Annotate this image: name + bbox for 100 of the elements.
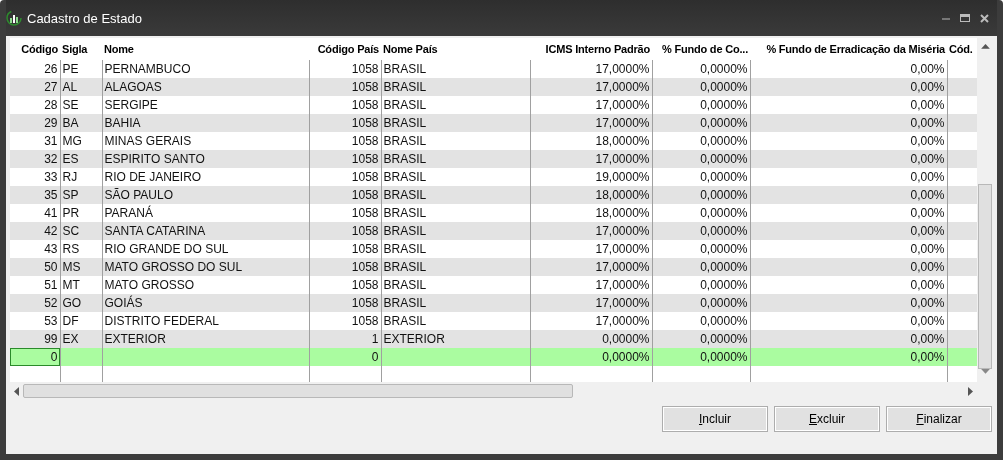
table-cell: 0,00% <box>910 332 945 346</box>
table-cell: 18,0000% <box>595 206 650 220</box>
table-cell: BRASIL <box>383 188 427 202</box>
table-cell: DF <box>62 314 79 328</box>
table-cell: 41 <box>44 206 58 220</box>
table-cell: 1058 <box>351 188 379 202</box>
table-cell: 0,0000% <box>700 224 748 238</box>
table-cell: 0,00% <box>910 224 945 238</box>
table-cell: AL <box>62 80 78 94</box>
window-title: Cadastro de Estado <box>27 10 143 26</box>
table-cell: 17,0000% <box>595 278 650 292</box>
table-cell: SÃO PAULO <box>104 188 173 202</box>
table-cell: SC <box>62 224 80 238</box>
table-cell: 0,0000% <box>700 116 748 130</box>
table-cell: 51 <box>44 278 58 292</box>
table-cell: 1058 <box>351 296 379 310</box>
table-cell: 0,0000% <box>602 332 650 346</box>
scroll-up-icon[interactable] <box>980 44 990 49</box>
table-cell: 43 <box>44 242 58 256</box>
table-cell: BRASIL <box>383 296 427 310</box>
close-icon[interactable] <box>980 13 989 23</box>
table-cell: 0,0000% <box>700 152 748 166</box>
table-cell: PERNAMBUCO <box>104 62 191 76</box>
table-cell: 17,0000% <box>595 62 650 76</box>
table-cell: ALAGOAS <box>104 80 162 94</box>
table-cell: 0,0000% <box>700 206 748 220</box>
table-cell: 50 <box>44 260 58 274</box>
table-cell: BRASIL <box>383 242 427 256</box>
table-cell: 1058 <box>351 134 379 148</box>
table-cell: 0,0000% <box>700 242 748 256</box>
table-cell: MATO GROSSO DO SUL <box>104 260 243 274</box>
action-button[interactable]: Incluir <box>662 406 768 432</box>
vertical-scrollbar[interactable] <box>977 38 993 400</box>
table-cell: 0 <box>50 350 58 364</box>
table-cell: 1058 <box>351 260 379 274</box>
table-cell: EXTERIOR <box>104 332 166 346</box>
table-cell: GOIÁS <box>104 296 143 310</box>
table-cell: 26 <box>44 62 58 76</box>
minimize-icon[interactable] <box>942 16 950 20</box>
table-cell: 1058 <box>351 116 379 130</box>
table-cell: 53 <box>44 314 58 328</box>
table-cell: 17,0000% <box>595 296 650 310</box>
scroll-right-icon[interactable] <box>968 386 973 396</box>
table-cell: EX <box>62 332 79 346</box>
action-button[interactable]: Finalizar <box>886 406 992 432</box>
table-cell: 1058 <box>351 80 379 94</box>
table-cell: BRASIL <box>383 224 427 238</box>
table-cell: RIO DE JANEIRO <box>104 170 202 184</box>
table-cell: 99 <box>44 332 58 346</box>
table-cell: 0,0000% <box>700 170 748 184</box>
table-cell: BRASIL <box>383 278 427 292</box>
table-cell: 0,00% <box>910 296 945 310</box>
table-cell: 0,00% <box>910 188 945 202</box>
table-cell: PR <box>62 206 80 220</box>
table-cell: 1058 <box>351 62 379 76</box>
table-cell: SE <box>62 98 79 112</box>
table-cell: MT <box>62 278 80 292</box>
table-cell: 0,00% <box>910 116 945 130</box>
table-cell: RJ <box>62 170 78 184</box>
table-cell: SP <box>62 188 79 202</box>
table-cell: 1058 <box>351 314 379 328</box>
table-cell: 42 <box>44 224 58 238</box>
table-cell: 0,00% <box>910 98 945 112</box>
table-cell: BRASIL <box>383 98 427 112</box>
table-cell: SERGIPE <box>104 98 158 112</box>
table-cell: BRASIL <box>383 80 427 94</box>
table-cell: 0,0000% <box>700 260 748 274</box>
table-cell: 0,0000% <box>700 98 748 112</box>
table-cell: 1058 <box>351 170 379 184</box>
table-cell: 0,0000% <box>700 134 748 148</box>
table-cell: 0,0000% <box>700 62 748 76</box>
table-cell: 17,0000% <box>595 224 650 238</box>
table-cell: 17,0000% <box>595 152 650 166</box>
table-cell: SANTA CATARINA <box>104 224 206 238</box>
table-cell: 0,00% <box>910 350 945 364</box>
table-cell: 1058 <box>351 242 379 256</box>
table-cell: 1058 <box>351 152 379 166</box>
table-cell: PE <box>62 62 79 76</box>
table-cell: 0,0000% <box>700 296 748 310</box>
scroll-thumb[interactable] <box>23 384 573 398</box>
table-cell: 18,0000% <box>595 134 650 148</box>
table-cell: BRASIL <box>383 206 427 220</box>
action-button[interactable]: Excluir <box>774 406 880 432</box>
table-cell: 0,0000% <box>700 332 748 346</box>
table-cell: 17,0000% <box>595 314 650 328</box>
table-cell: DISTRITO FEDERAL <box>104 314 219 328</box>
scroll-thumb[interactable] <box>978 183 992 370</box>
table-cell: 52 <box>44 296 58 310</box>
table-cell: BRASIL <box>383 260 427 274</box>
scroll-left-icon[interactable] <box>14 386 19 396</box>
table-cell: 0,00% <box>910 170 945 184</box>
table-cell: MS <box>62 260 81 274</box>
table-cell: 17,0000% <box>595 98 650 112</box>
table-cell: 0,0000% <box>602 350 650 364</box>
table-cell: 0,00% <box>910 80 945 94</box>
table-cell: 1 <box>371 332 379 346</box>
table-cell: ES <box>62 152 79 166</box>
table-cell: 0,00% <box>910 278 945 292</box>
maximize-icon[interactable] <box>960 14 970 22</box>
table-cell: GO <box>62 296 82 310</box>
